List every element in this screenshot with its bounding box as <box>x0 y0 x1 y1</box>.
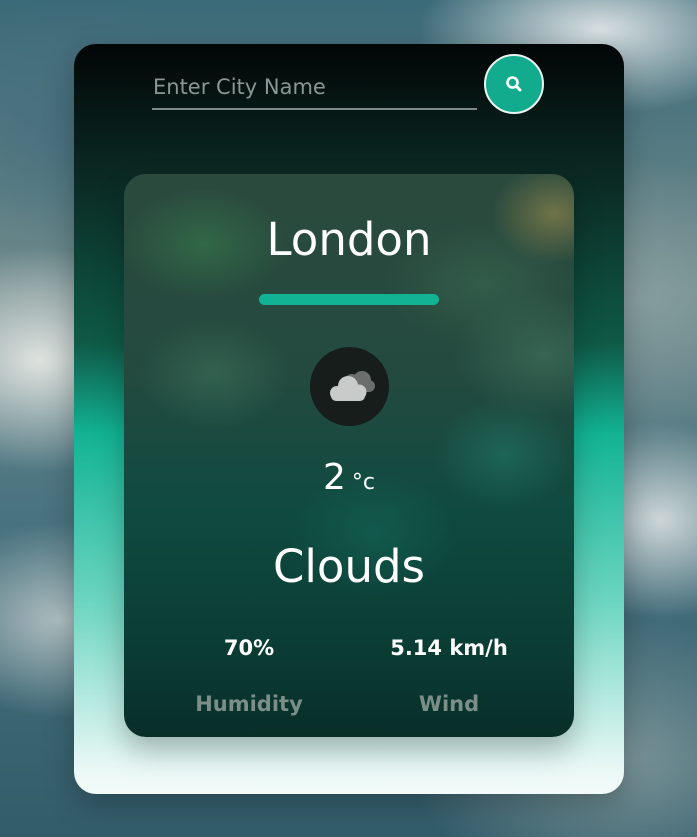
wind-value: 5.14 km/h <box>390 636 508 660</box>
temperature: 2 °c <box>124 454 574 502</box>
weather-condition: Clouds <box>273 540 425 593</box>
temperature-unit: °c <box>351 470 375 495</box>
weather-panel: London 2 °c Clouds 70% Humidity 5.14 km/… <box>124 174 574 737</box>
search-icon <box>506 76 522 92</box>
search-bar <box>152 54 548 118</box>
humidity-stat: 70% Humidity <box>169 634 329 718</box>
weather-icon-badge <box>310 347 389 426</box>
wind-label: Wind <box>418 692 480 716</box>
city-name: London <box>266 213 432 266</box>
city-divider <box>259 294 439 305</box>
weather-card: London <box>74 44 624 794</box>
clouds-icon <box>329 370 375 401</box>
city-search-input[interactable] <box>152 66 477 110</box>
search-button[interactable] <box>484 54 544 114</box>
wind-stat: 5.14 km/h Wind <box>369 634 529 718</box>
humidity-value: 70% <box>223 636 275 660</box>
page-background: London <box>0 0 697 837</box>
humidity-label: Humidity <box>195 692 303 716</box>
temperature-value: 2 <box>322 457 346 498</box>
